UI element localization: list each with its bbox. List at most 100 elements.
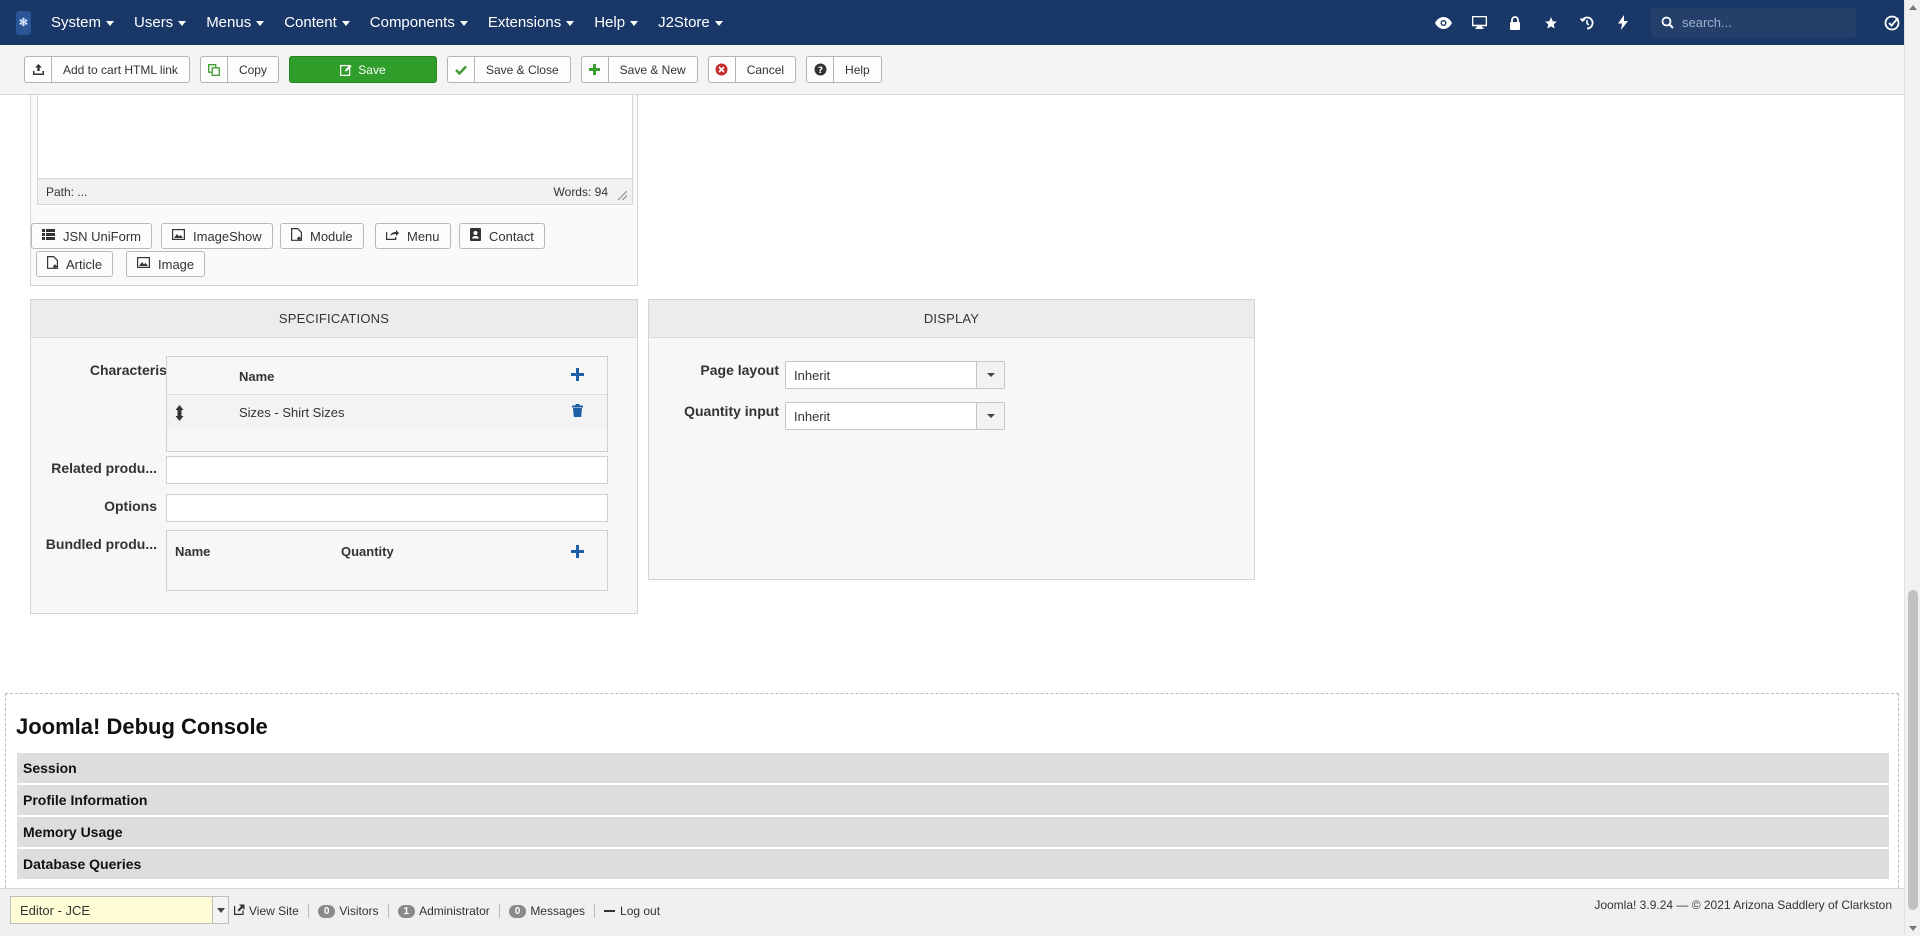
copy-button[interactable]: Copy xyxy=(199,56,279,83)
add-bundled-product-plus-icon[interactable] xyxy=(571,542,584,563)
characteristics-table: Name Sizes - Shirt Sizes xyxy=(166,356,608,452)
chevron-down-icon xyxy=(256,21,265,26)
jsn-uniform-button[interactable]: JSN UniForm xyxy=(31,223,153,249)
add-characteristic-plus-icon[interactable] xyxy=(571,365,584,386)
edit-icon xyxy=(340,57,352,82)
check-icon xyxy=(448,57,475,82)
add-to-cart-html-link-button[interactable]: Add to cart HTML link xyxy=(24,56,190,83)
menu-users[interactable]: Users xyxy=(134,14,187,31)
editor-select-value: Editor - JCE xyxy=(20,902,91,918)
imageshow-label: ImageShow xyxy=(193,228,262,244)
bolt-icon[interactable] xyxy=(1605,0,1641,45)
divider xyxy=(387,904,389,918)
drag-handle-icon[interactable] xyxy=(175,405,184,424)
editor-select[interactable]: Editor - JCE xyxy=(10,896,229,924)
view-site-link[interactable]: View Site xyxy=(234,904,299,918)
divider xyxy=(594,904,596,918)
contact-button[interactable]: Contact xyxy=(459,223,545,249)
debug-section-label: Memory Usage xyxy=(23,824,123,840)
menu-components-label: Components xyxy=(369,14,455,31)
menu-users-label: Users xyxy=(134,14,174,31)
menu-components[interactable]: Components xyxy=(370,14,468,31)
scroll-down-icon[interactable] xyxy=(1909,926,1917,931)
copy-icon xyxy=(201,57,228,82)
lock-icon[interactable] xyxy=(1497,0,1533,45)
bundled-quantity-header: Quantity xyxy=(341,544,394,559)
options-input[interactable] xyxy=(166,494,608,522)
admin-count-badge: 1 xyxy=(397,904,416,918)
chevron-down-icon xyxy=(714,21,723,26)
module-button[interactable]: Module xyxy=(280,223,364,249)
administrator-link[interactable]: 1 Administrator xyxy=(397,904,490,918)
history-icon[interactable] xyxy=(1569,0,1605,45)
divider xyxy=(498,904,500,918)
table-row: Sizes - Shirt Sizes xyxy=(167,396,607,430)
address-book-icon xyxy=(470,228,481,244)
menu-button[interactable]: Menu xyxy=(375,223,451,249)
scrollbar-thumb[interactable] xyxy=(1908,590,1918,910)
help-button[interactable]: ? Help xyxy=(806,56,882,83)
trash-icon[interactable] xyxy=(572,404,583,420)
display-title: DISPLAY xyxy=(649,300,1254,338)
article-button[interactable]: Article xyxy=(36,251,114,277)
menu-button-label: Menu xyxy=(407,228,440,244)
related-products-input[interactable] xyxy=(166,456,608,484)
imageshow-button[interactable]: ImageShow xyxy=(161,223,273,249)
desktop-icon[interactable] xyxy=(1461,0,1497,45)
list-icon xyxy=(42,229,55,243)
debug-section-profile[interactable]: Profile Information xyxy=(17,785,1889,815)
options-label: Options xyxy=(104,498,157,514)
save-new-button[interactable]: Save & New xyxy=(580,56,698,83)
search-box xyxy=(1651,7,1856,38)
question-circle-icon: ? xyxy=(807,57,835,82)
copyright-text: Joomla! 3.9.24 — © 2021 Arizona Saddlery… xyxy=(1594,898,1892,912)
admin-navbar: ✻ System Users Menus Content Components … xyxy=(0,0,1920,45)
bundled-products-table: Name Quantity xyxy=(166,530,608,591)
visitors-count-badge: 0 xyxy=(317,904,336,918)
search-input[interactable] xyxy=(1680,14,1850,31)
characteristic-name: Sizes - Shirt Sizes xyxy=(239,405,345,420)
menu-extensions[interactable]: Extensions xyxy=(488,14,575,31)
editor-content-area[interactable] xyxy=(37,95,633,179)
menu-system[interactable]: System xyxy=(51,14,115,31)
save-new-label: Save & New xyxy=(619,62,686,77)
image-label: Image xyxy=(158,256,195,272)
divider xyxy=(307,904,309,918)
menu-help[interactable]: Help xyxy=(594,14,639,31)
debug-section-queries[interactable]: Database Queries xyxy=(17,849,1889,879)
file-add-icon xyxy=(47,256,58,272)
scroll-up-icon[interactable] xyxy=(1909,5,1917,10)
save-button[interactable]: Save xyxy=(288,56,437,83)
messages-count-badge: 0 xyxy=(508,904,527,918)
star-icon[interactable] xyxy=(1533,0,1569,45)
chevron-down-icon xyxy=(341,21,350,26)
save-close-button[interactable]: Save & Close xyxy=(446,56,571,83)
visitors-link[interactable]: 0 Visitors xyxy=(317,904,379,918)
debug-section-session[interactable]: Session xyxy=(17,753,1889,783)
joomla-logo-icon[interactable]: ✻ xyxy=(16,10,31,35)
cancel-label: Cancel xyxy=(746,62,785,77)
editor-status-bar: Path: ... Words: 94 xyxy=(37,179,633,205)
chevron-down-icon xyxy=(212,897,228,923)
debug-console-title: Joomla! Debug Console xyxy=(16,714,268,739)
page-layout-select[interactable]: Inherit xyxy=(785,361,1005,389)
menu-j2store[interactable]: J2Store xyxy=(658,14,723,31)
eye-icon[interactable] xyxy=(1425,0,1461,45)
logout-label: Log out xyxy=(620,904,661,918)
cancel-button[interactable]: Cancel xyxy=(707,56,797,83)
editor-path: Path: ... xyxy=(46,184,88,199)
debug-section-memory[interactable]: Memory Usage xyxy=(17,817,1889,847)
external-link-icon xyxy=(234,904,245,918)
bundled-name-header: Name xyxy=(175,544,211,559)
status-bar: Editor - JCE View Site 0 Visitors 1 Admi… xyxy=(0,888,1904,936)
logout-link[interactable]: Log out xyxy=(604,904,660,918)
quantity-input-select[interactable]: Inherit xyxy=(785,402,1005,430)
save-close-label: Save & Close xyxy=(485,62,559,77)
vertical-scrollbar[interactable] xyxy=(1904,0,1920,936)
menu-content[interactable]: Content xyxy=(284,14,350,31)
messages-link[interactable]: 0 Messages xyxy=(508,904,585,918)
view-site-label: View Site xyxy=(249,904,299,918)
image-button[interactable]: Image xyxy=(126,251,206,277)
menu-menus[interactable]: Menus xyxy=(206,14,265,31)
resize-grip-icon[interactable] xyxy=(618,191,627,200)
